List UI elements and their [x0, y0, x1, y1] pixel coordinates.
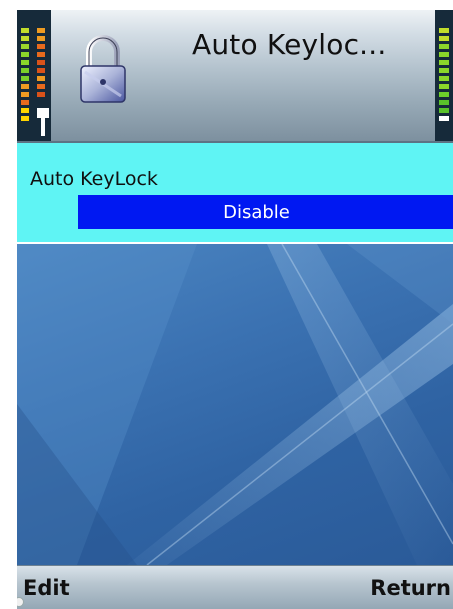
signal-strength-indicator [17, 10, 51, 141]
padlock-icon [80, 35, 126, 103]
setting-label: Auto KeyLock [30, 168, 158, 190]
antenna-icon [37, 108, 49, 136]
softkey-bar: Edit Return [17, 565, 453, 609]
wallpaper-pattern [17, 244, 453, 565]
setting-value-selector[interactable]: Disable [78, 195, 453, 229]
auto-keylock-setting: Auto KeyLock Disable [17, 143, 453, 244]
phone-screen: Auto Keyloc... Auto KeyLock Disable Edit… [17, 10, 453, 609]
page-title: Auto Keyloc... [192, 28, 387, 61]
title-bar: Auto Keyloc... [17, 10, 453, 143]
edit-softkey[interactable]: Edit [23, 576, 70, 600]
return-softkey[interactable]: Return [370, 576, 451, 600]
wallpaper [17, 244, 453, 565]
battery-level-indicator [435, 10, 453, 141]
